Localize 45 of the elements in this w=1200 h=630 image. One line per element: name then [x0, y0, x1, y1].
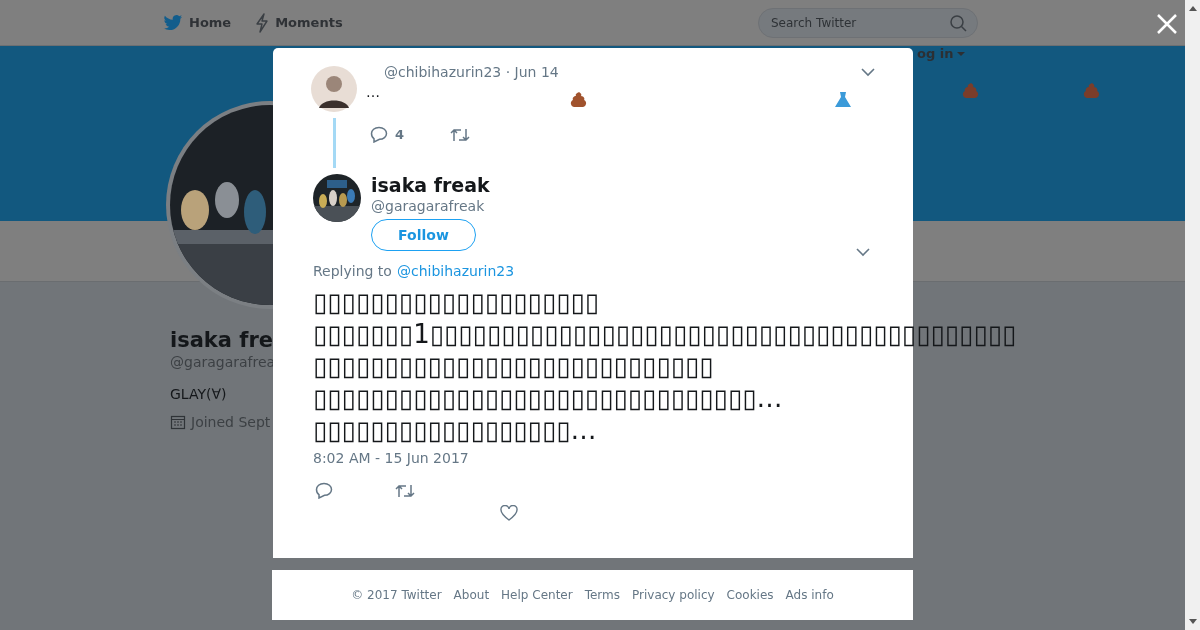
tweet-text-line: ▯▯▯▯▯▯▯▯▯▯▯▯▯▯▯▯▯▯▯▯: [313, 286, 600, 318]
mention-link[interactable]: @chibihazurin23: [396, 263, 515, 279]
footer-link[interactable]: Privacy policy: [632, 588, 715, 602]
scroll-down-icon[interactable]: [1187, 618, 1198, 626]
retweet-icon[interactable]: [395, 482, 415, 499]
poop-icon: [961, 82, 981, 100]
lightning-icon: [255, 12, 270, 33]
profile-bio: GLAY(∀): [170, 386, 228, 402]
tweet-timestamp: 8:02 AM - 15 Jun 2017: [313, 450, 470, 466]
footer-link[interactable]: Terms: [584, 588, 620, 602]
nav-link[interactable]: Moments: [255, 12, 343, 33]
search-icon: [949, 13, 967, 32]
tweet-meta: @chibihazurin23 · Jun 14: [384, 64, 559, 80]
footer-link[interactable]: Ads info: [785, 588, 834, 602]
tweet-text: …: [366, 84, 381, 100]
tweet-text-line: ▯▯▯▯▯▯▯▯▯▯▯▯▯▯▯▯▯▯▯▯▯▯▯▯▯▯▯▯: [313, 350, 714, 382]
tweet-text-line: ▯▯▯▯▯▯▯▯▯▯▯▯▯▯▯▯▯▯…: [313, 414, 597, 446]
dress-icon: [834, 91, 852, 109]
avatar: [311, 66, 357, 112]
poop-icon: [569, 91, 589, 109]
chevron-down-icon[interactable]: [856, 248, 870, 257]
close-icon[interactable]: [1156, 13, 1178, 35]
bird-icon: [163, 13, 183, 32]
footer-link[interactable]: © 2017 Twitter: [351, 588, 442, 602]
reply-icon[interactable]: [370, 126, 388, 143]
reply-icon[interactable]: [315, 482, 333, 499]
scrollbar[interactable]: [1185, 0, 1200, 630]
footer-link[interactable]: About: [453, 588, 490, 602]
reply-count: 4: [395, 127, 405, 142]
heart-icon[interactable]: [500, 505, 518, 521]
follow-button[interactable]: Follow: [371, 219, 476, 251]
author-handle: @garagarafreak: [371, 198, 486, 214]
author-name: isaka freak: [371, 174, 490, 196]
retweet-icon[interactable]: [450, 126, 471, 143]
calendar-icon: [170, 414, 186, 430]
scroll-up-icon[interactable]: [1187, 4, 1198, 12]
nav-link[interactable]: Home: [163, 13, 232, 32]
tweet-text-line: ▯▯▯▯▯▯▯▯▯▯▯▯▯▯▯▯▯▯▯▯▯▯▯▯▯▯▯▯▯▯▯…: [313, 382, 783, 414]
footer-link[interactable]: Help Center: [501, 588, 573, 602]
search-field[interactable]: Search Twitter: [758, 7, 978, 38]
poop-icon: [1082, 82, 1102, 100]
chevron-down-icon[interactable]: [861, 67, 875, 77]
footer-link[interactable]: Cookies: [726, 588, 774, 602]
profile-name: isaka fre: [170, 328, 275, 352]
caret-icon: [957, 50, 966, 57]
